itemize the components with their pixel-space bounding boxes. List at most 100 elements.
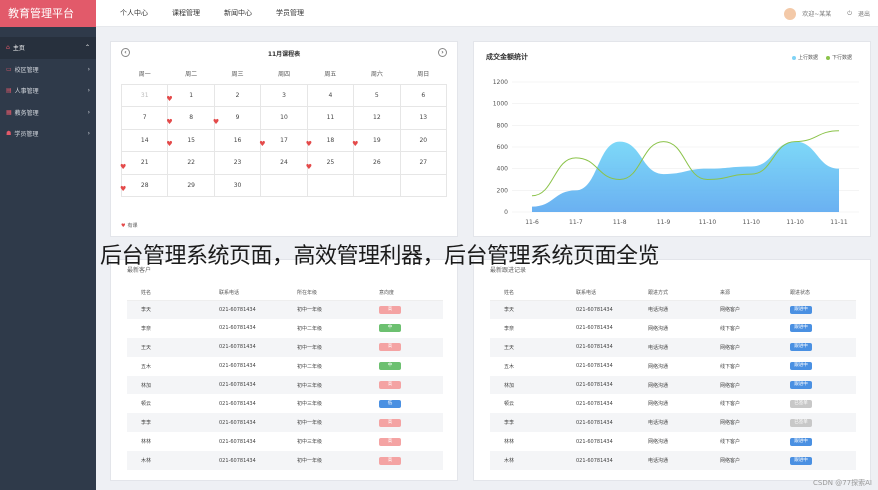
calendar-day[interactable]: 5: [353, 83, 401, 107]
table-row[interactable]: 王天 021-60781434 初中一年级 高: [127, 337, 443, 357]
calendar-day[interactable]: 18 ♥: [305, 128, 355, 152]
table-row[interactable]: 林加 021-60781434 网络沟通 网络客户 跟进中: [490, 375, 856, 395]
table-row[interactable]: 顿云 021-60781434 初中三年级 低: [127, 394, 443, 413]
cell-text: 顿云: [141, 401, 152, 408]
nav-item-2[interactable]: 新闻中心: [224, 8, 252, 18]
next-month-icon[interactable]: ›: [438, 48, 447, 57]
calendar-day[interactable]: 13: [399, 106, 448, 130]
table-row[interactable]: 李李 021-60781434 电话沟通 网络客户 已签单: [490, 413, 856, 433]
calendar-day[interactable]: 6: [399, 83, 448, 107]
table-row[interactable]: 李李 021-60781434 初中一年级 高: [127, 413, 443, 433]
x-tick-label: 11-9: [657, 219, 671, 226]
day-number: 30: [233, 181, 242, 189]
calendar-day[interactable]: [399, 173, 448, 197]
calendar-day[interactable]: 1 ♥: [166, 83, 215, 107]
user-greeting[interactable]: 欢迎~某某: [802, 9, 831, 18]
cell-text: 初中一年级: [297, 344, 323, 351]
table-cell: 初中一年级: [283, 413, 365, 433]
day-number: 5: [374, 91, 379, 99]
calendar-day[interactable]: 15 ♥: [166, 128, 215, 152]
calendar-day[interactable]: 9 ♥: [213, 106, 262, 130]
calendar-day[interactable]: 12: [353, 106, 401, 130]
table-row[interactable]: 李天 021-60781434 初中一年级 高: [127, 300, 443, 319]
sidebar-item-0[interactable]: ⌂ 主页 ⌃: [0, 37, 96, 59]
calendar-day[interactable]: 24: [260, 151, 308, 175]
legend-item[interactable]: 下行数据: [825, 54, 852, 61]
cell-text: 林加: [141, 382, 152, 389]
y-tick-label: 1000: [493, 101, 508, 108]
calendar-day[interactable]: 16: [213, 128, 262, 152]
table-row[interactable]: 木林 021-60781434 电话沟通 网络客户 跟进中: [490, 451, 856, 471]
table-cell: 李李: [490, 413, 562, 433]
cell-text: 林加: [504, 382, 515, 389]
calendar-day[interactable]: 8 ♥: [166, 106, 215, 130]
table-row[interactable]: 顿云 021-60781434 网络沟通 线下客户 已签单: [490, 394, 856, 413]
calendar-day[interactable]: 28 ♥: [120, 173, 169, 197]
calendar-day[interactable]: 19 ♥: [352, 128, 401, 152]
cell-text: 021-60781434: [219, 363, 256, 370]
sidebar: 教育管理平台 ⌂ 主页 ⌃ ▭ 校区管理 › ▤ 人事管理 › ▦ 教务管理 › ☗ 学员管理 ›: [0, 0, 96, 490]
sidebar-item-2[interactable]: ▤ 人事管理 ›: [0, 80, 96, 102]
table-cell: 线下客户: [706, 394, 776, 413]
table-row[interactable]: 林林 021-60781434 网络沟通 线下客户 跟进中: [490, 432, 856, 451]
chevron-right-icon: ›: [87, 87, 90, 95]
sidebar-item-label: 主页: [12, 45, 25, 53]
calendar-day[interactable]: 4: [306, 83, 355, 107]
nav-item-3[interactable]: 学员管理: [276, 8, 304, 18]
table-row[interactable]: 李奈 021-60781434 网络沟通 线下客户 跟进中: [490, 319, 856, 338]
cell-text: 初中一年级: [297, 420, 323, 427]
table-row[interactable]: 林林 021-60781434 初中三年级 高: [127, 432, 443, 451]
calendar-day[interactable]: 21 ♥: [120, 151, 169, 175]
cell-text: 五木: [504, 363, 515, 370]
table-row[interactable]: 木林 021-60781434 初中一年级 高: [127, 451, 443, 471]
table-row[interactable]: 李天 021-60781434 电话沟通 网络客户 跟进中: [490, 300, 856, 319]
avatar[interactable]: [784, 7, 797, 20]
calendar-day[interactable]: 22: [167, 151, 215, 175]
calendar-day[interactable]: [353, 173, 401, 197]
calendar-day[interactable]: 3: [260, 83, 308, 107]
table-row[interactable]: 王天 021-60781434 电话沟通 网络客户 跟进中: [490, 337, 856, 357]
cell-text: 021-60781434: [219, 419, 256, 426]
calendar-day[interactable]: 2: [213, 83, 262, 107]
sidebar-item-1[interactable]: ▭ 校区管理 ›: [0, 59, 96, 81]
status-badge: 已签单: [790, 399, 812, 408]
calendar-day[interactable]: 27: [399, 151, 448, 175]
calendar-day[interactable]: 20: [399, 128, 448, 152]
calendar-day[interactable]: 29: [167, 173, 215, 197]
calendar-day[interactable]: [306, 173, 355, 197]
table-row[interactable]: 林加 021-60781434 初中三年级 高: [127, 375, 443, 395]
table-cell: 李天: [490, 300, 562, 319]
nav-item-0[interactable]: 个人中心: [120, 8, 148, 18]
calendar-day[interactable]: 11: [306, 106, 355, 130]
sidebar-item-3[interactable]: ▦ 教务管理 ›: [0, 102, 96, 124]
table-row[interactable]: 五木 021-60781434 网络沟通 线下客户 跟进中: [490, 357, 856, 376]
calendar-day[interactable]: 26: [353, 151, 401, 175]
cell-text: 林林: [504, 439, 515, 446]
heart-icon: ♥: [121, 222, 126, 229]
cell-text: 021-60781434: [576, 363, 613, 370]
calendar-day[interactable]: 7: [120, 106, 169, 130]
logout-link[interactable]: 退出: [858, 9, 870, 18]
heart-icon: ♥: [305, 140, 312, 148]
x-tick-label: 11-10: [743, 219, 761, 226]
calendar-day[interactable]: 14: [120, 128, 169, 152]
table-cell: 木林: [490, 451, 562, 471]
calendar-day[interactable]: 31: [120, 83, 169, 107]
calendar-day[interactable]: 30: [213, 173, 262, 197]
calendar-day[interactable]: 25 ♥: [306, 151, 355, 175]
calendar-day[interactable]: 23: [213, 151, 262, 175]
calendar-day[interactable]: 17 ♥: [259, 128, 308, 152]
table-cell: 李天: [127, 300, 205, 319]
logout-icon[interactable]: ⏻: [847, 10, 852, 18]
nav-item-1[interactable]: 课程管理: [172, 8, 200, 18]
sidebar-item-label: 学员管理: [14, 131, 39, 139]
table-row[interactable]: 李奈 021-60781434 初中二年级 中: [127, 319, 443, 338]
legend-item[interactable]: 上行数据: [791, 54, 818, 61]
sidebar-item-4[interactable]: ☗ 学员管理 ›: [0, 123, 96, 145]
calendar-day[interactable]: 10: [260, 106, 308, 130]
table-row[interactable]: 五木 021-60781434 初中二年级 中: [127, 357, 443, 376]
calendar-day[interactable]: [260, 173, 308, 197]
heart-icon: ♥: [166, 95, 173, 103]
prev-month-icon[interactable]: ‹: [121, 48, 130, 57]
sidebar-item-label: 校区管理: [14, 66, 39, 74]
